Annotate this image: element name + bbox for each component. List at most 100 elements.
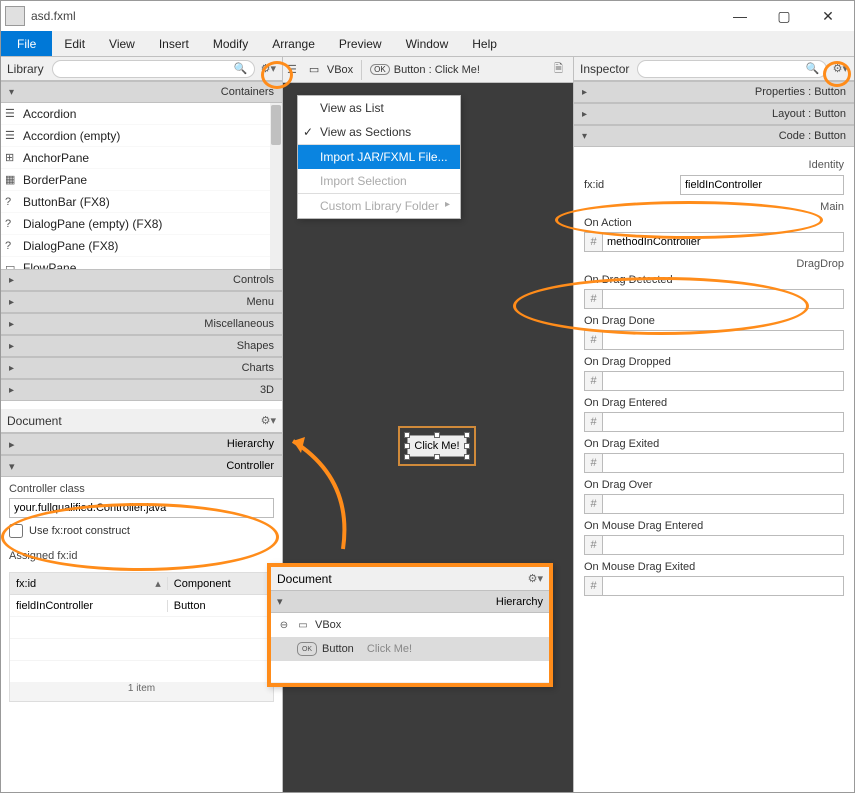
drag-field-row: On Drag Dropped# [584, 356, 844, 391]
drag-field-row: On Drag Done# [584, 315, 844, 350]
library-title: Library [7, 62, 44, 76]
onaction-row: On Action # [584, 217, 844, 252]
document-panel: ▸Hierarchy ▾Controller Controller class … [1, 433, 282, 706]
hash-icon: # [584, 232, 602, 252]
popup-import-selection: Import Selection [298, 169, 460, 193]
close-button[interactable]: ✕ [806, 2, 850, 30]
document-section-controller[interactable]: ▾Controller [1, 455, 282, 477]
inspector-gear-icon[interactable]: ⚙▾ [833, 62, 848, 75]
document-gear-icon[interactable]: ⚙▾ [261, 414, 276, 427]
search-icon: 🔍 [234, 62, 248, 75]
use-fxroot-checkbox[interactable] [9, 524, 23, 538]
menu-file[interactable]: File [1, 31, 52, 56]
fxid-table: fx:id▴ Component fieldInController Butto… [9, 572, 274, 702]
tree-node-vbox[interactable]: ⊖▭VBox [271, 613, 549, 637]
menu-arrange[interactable]: Arrange [260, 31, 327, 56]
breadcrumb-vbox[interactable]: ▭VBox [301, 60, 362, 80]
onaction-input[interactable] [602, 232, 844, 252]
library-scrollbar[interactable] [270, 103, 282, 269]
drag-field-input[interactable] [602, 412, 844, 432]
menu-preview[interactable]: Preview [327, 31, 394, 56]
hamburger-icon[interactable]: ☰ [287, 63, 297, 76]
library-list[interactable]: ☰Accordion ☰Accordion (empty) ⊞AnchorPan… [1, 103, 282, 269]
breadcrumb-button[interactable]: OKButton : Click Me! [362, 60, 488, 80]
drag-field-input[interactable] [602, 576, 844, 596]
dialogpane-icon: ? [5, 240, 23, 252]
flowpane-icon: ▭ [5, 261, 23, 269]
drag-field-label: On Drag Done [584, 315, 844, 327]
fxid-col-header[interactable]: fx:id▴ [10, 577, 168, 590]
document-section-hierarchy[interactable]: ▸Hierarchy [1, 433, 282, 455]
chevron-right-icon: ▸ [445, 199, 450, 210]
drag-field-label: On Drag Dropped [584, 356, 844, 368]
list-item: ☰Accordion (empty) [1, 125, 282, 147]
drag-field-input[interactable] [602, 535, 844, 555]
tree-node-button[interactable]: OKButton Click Me! [271, 637, 549, 661]
breadcrumb-bar: ☰ ▭VBox OKButton : Click Me! 🗎 [283, 57, 573, 83]
inspector-search-input[interactable] [644, 63, 806, 75]
hierarchy-popup-section[interactable]: ▾Hierarchy [271, 591, 549, 613]
collapse-icon: ⊖ [277, 618, 291, 632]
popup-view-as-sections[interactable]: ✓View as Sections [298, 120, 460, 144]
inspector-section-code[interactable]: ▾Code : Button [574, 125, 854, 147]
library-section-menu[interactable]: ▸Menu [1, 291, 282, 313]
dragdrop-group-label: DragDrop [584, 258, 844, 270]
drag-field-label: On Drag Detected [584, 274, 844, 286]
popup-import-jar-fxml[interactable]: Import JAR/FXML File... [298, 144, 460, 169]
document-icon[interactable]: 🗎 [548, 60, 569, 79]
hash-icon: # [584, 453, 602, 473]
selected-node[interactable]: Click Me! [407, 435, 467, 457]
drag-field-row: On Drag Entered# [584, 397, 844, 432]
library-search-input[interactable] [59, 63, 234, 75]
library-section-charts[interactable]: ▸Charts [1, 357, 282, 379]
drag-field-row: On Drag Exited# [584, 438, 844, 473]
minimize-button[interactable]: — [718, 2, 762, 30]
menu-window[interactable]: Window [394, 31, 461, 56]
accordion-icon: ☰ [5, 107, 23, 120]
drag-field-input[interactable] [602, 289, 844, 309]
popup-view-as-list[interactable]: View as List [298, 96, 460, 120]
dialogpane-empty-icon: ? [5, 218, 23, 230]
hash-icon: # [584, 289, 602, 309]
controller-class-input[interactable] [9, 498, 274, 518]
menu-bar: File Edit View Insert Modify Arrange Pre… [1, 31, 854, 57]
library-section-misc[interactable]: ▸Miscellaneous [1, 313, 282, 335]
library-section-containers[interactable]: ▾ Containers [1, 81, 282, 103]
drag-field-row: On Mouse Drag Entered# [584, 520, 844, 555]
inspector-section-layout[interactable]: ▸Layout : Button [574, 103, 854, 125]
list-item: ☰Accordion [1, 103, 282, 125]
hash-icon: # [584, 494, 602, 514]
controller-class-label: Controller class [9, 483, 274, 495]
component-col-header[interactable]: Component [168, 578, 273, 590]
drag-field-input[interactable] [602, 330, 844, 350]
menu-help[interactable]: Help [460, 31, 509, 56]
accordion-empty-icon: ☰ [5, 129, 23, 142]
hierarchy-popup-gear-icon[interactable]: ⚙▾ [528, 572, 543, 585]
drag-field-label: On Mouse Drag Exited [584, 561, 844, 573]
menu-view[interactable]: View [97, 31, 147, 56]
library-header: Library 🔍 ⚙▾ [1, 57, 282, 81]
menu-edit[interactable]: Edit [52, 31, 97, 56]
library-section-3d[interactable]: ▸3D [1, 379, 282, 401]
drag-field-input[interactable] [602, 494, 844, 514]
library-section-shapes[interactable]: ▸Shapes [1, 335, 282, 357]
library-gear-icon[interactable]: ⚙▾ [261, 62, 276, 75]
inspector-section-properties[interactable]: ▸Properties : Button [574, 81, 854, 103]
identity-group-label: Identity [584, 159, 844, 171]
fxid-input[interactable] [680, 175, 844, 195]
table-row[interactable]: fieldInController Button [10, 595, 273, 617]
chevron-down-icon: ▾ [9, 87, 19, 98]
table-footer: 1 item [10, 683, 273, 701]
menu-modify[interactable]: Modify [201, 31, 260, 56]
assigned-fxid-label: Assigned fx:id [1, 544, 282, 568]
drag-field-label: On Drag Over [584, 479, 844, 491]
use-fxroot-label: Use fx:root construct [29, 525, 130, 537]
inspector-code-body: Identity fx:id Main On Action # DragDrop… [574, 147, 854, 608]
menu-insert[interactable]: Insert [147, 31, 201, 56]
drag-field-input[interactable] [602, 453, 844, 473]
drag-field-label: On Mouse Drag Entered [584, 520, 844, 532]
drag-field-row: On Drag Over # [584, 479, 844, 514]
drag-field-input[interactable] [602, 371, 844, 391]
library-section-controls[interactable]: ▸Controls [1, 269, 282, 291]
maximize-button[interactable]: ▢ [762, 2, 806, 30]
